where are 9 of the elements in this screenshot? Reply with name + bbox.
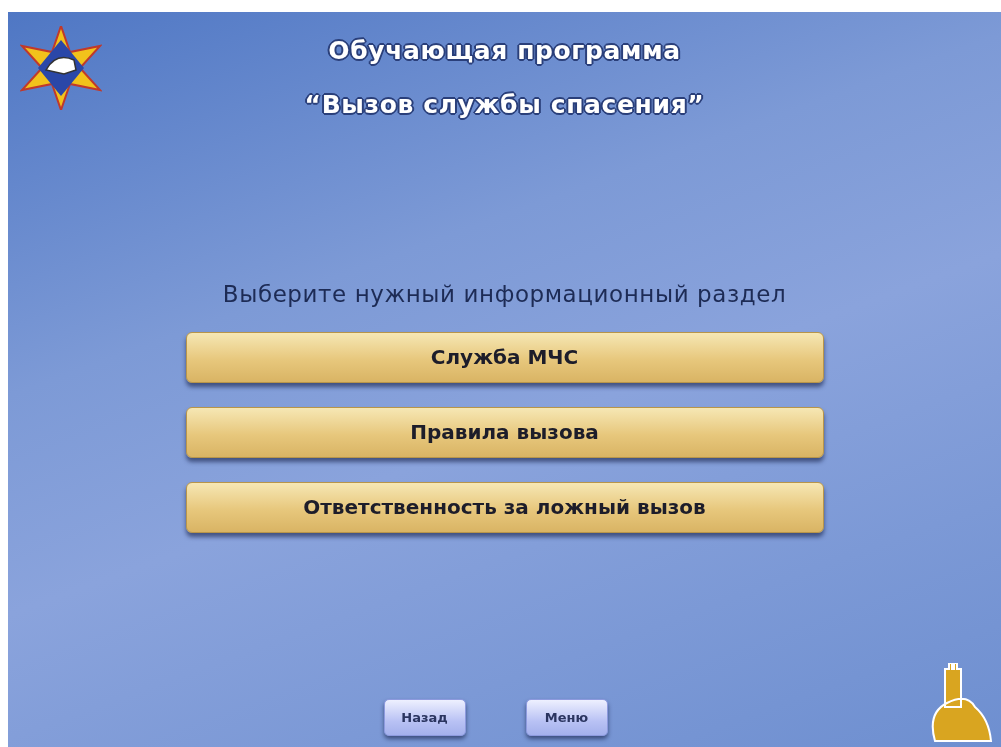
- prompt-text: Выберите нужный информационный раздел: [222, 280, 787, 309]
- nav-button[interactable]: Назад: [383, 699, 466, 736]
- star-emblem-icon: [20, 26, 102, 110]
- section-button[interactable]: Ответственность за ложный вызов: [185, 481, 824, 533]
- nav-button[interactable]: Меню: [525, 699, 608, 736]
- title-line: Обучающая программа: [328, 35, 681, 67]
- title-line: “Вызов службы спасения”: [304, 88, 705, 121]
- section-button[interactable]: Правила вызова: [185, 406, 824, 458]
- section-button[interactable]: Служба МЧС: [185, 331, 824, 383]
